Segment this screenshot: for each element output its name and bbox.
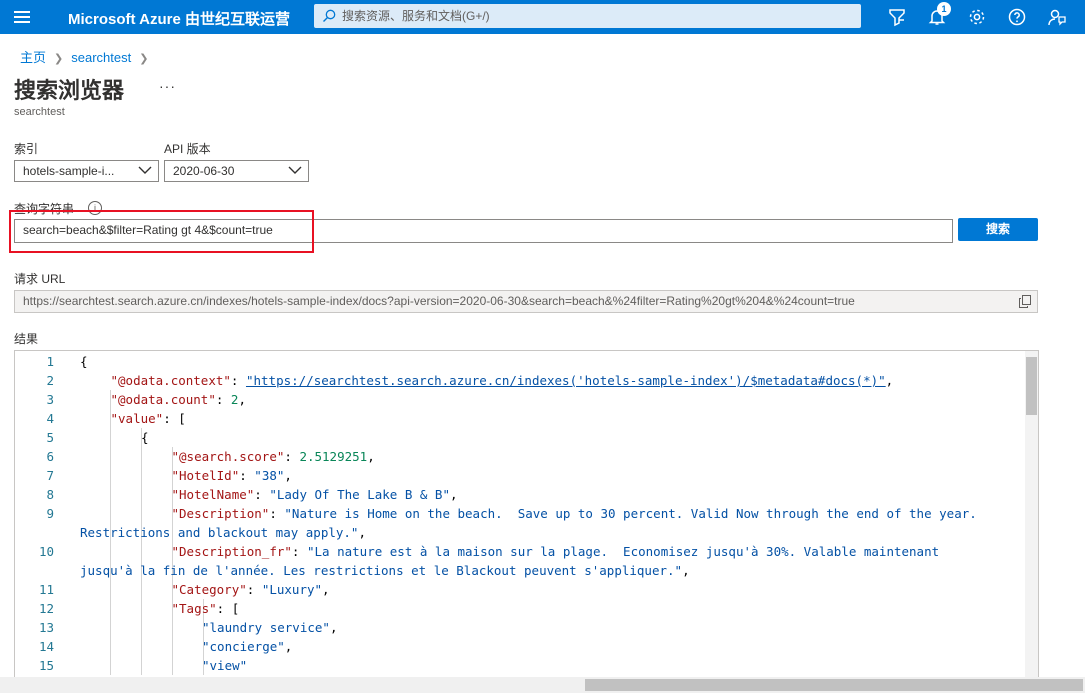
- code-text: jusqu'à la fin de l'année. Les restricti…: [80, 563, 690, 578]
- code-line: 7 "HotelId": "38",: [15, 466, 1023, 485]
- editor-scroll-thumb[interactable]: [1026, 357, 1037, 415]
- menu-icon[interactable]: [14, 9, 32, 25]
- help-icon[interactable]: [1007, 7, 1027, 27]
- search-icon: [323, 9, 336, 22]
- code-text: "HotelName": "Lady Of The Lake B & B",: [171, 487, 458, 502]
- code-text: "Category": "Luxury",: [171, 582, 330, 597]
- more-options-button[interactable]: ···: [159, 78, 176, 94]
- line-number: 12: [38, 601, 54, 616]
- request-url-field[interactable]: https://searchtest.search.azure.cn/index…: [14, 290, 1038, 313]
- code-line: 13 "laundry service",: [15, 618, 1023, 637]
- line-number: 15: [38, 658, 54, 673]
- line-number: 6: [46, 449, 54, 464]
- index-label: 索引: [14, 142, 39, 156]
- code-line: 8 "HotelName": "Lady Of The Lake B & B",: [15, 485, 1023, 504]
- line-number: 1: [46, 354, 54, 369]
- global-search-box[interactable]: [314, 4, 861, 28]
- chevron-down-icon: [288, 166, 302, 174]
- code-text: "Description": "Nature is Home on the be…: [171, 506, 977, 521]
- index-dropdown-value: hotels-sample-i...: [23, 164, 115, 178]
- line-number: 7: [46, 468, 54, 483]
- code-line: 11 "Category": "Luxury",: [15, 580, 1023, 599]
- results-label: 结果: [14, 332, 39, 346]
- line-number: 10: [38, 544, 54, 559]
- line-number: 13: [38, 620, 54, 635]
- copy-icon[interactable]: [1019, 295, 1031, 308]
- code-line: 9 "Description": "Nature is Home on the b…: [15, 504, 1023, 523]
- search-button[interactable]: 搜索: [958, 218, 1038, 241]
- code-text: "@search.score": 2.5129251,: [171, 449, 375, 464]
- request-url-value: https://searchtest.search.azure.cn/index…: [23, 294, 855, 308]
- line-number: 14: [38, 639, 54, 654]
- info-icon[interactable]: i: [88, 201, 102, 215]
- code-text: "view": [202, 658, 248, 673]
- code-line: 2 "@odata.context": "https://searchtest.s…: [15, 371, 1023, 390]
- page-scroll-thumb[interactable]: [585, 679, 1083, 691]
- code-text: "Description_fr": "La nature est à la ma…: [171, 544, 940, 559]
- code-text: "value": [: [110, 411, 186, 426]
- code-text: "concierge",: [202, 639, 293, 654]
- index-dropdown[interactable]: hotels-sample-i...: [14, 160, 159, 182]
- code-line: jusqu'à la fin de l'année. Les restricti…: [15, 561, 1023, 580]
- query-string-input[interactable]: [15, 220, 943, 240]
- code-text: "laundry service",: [202, 620, 338, 635]
- code-text: Restrictions and blackout may apply.",: [80, 525, 366, 540]
- code-line: 12 "Tags": [: [15, 599, 1023, 618]
- code-line: 6 "@search.score": 2.5129251,: [15, 447, 1023, 466]
- global-search-input[interactable]: [342, 6, 842, 26]
- code-line: 4 "value": [: [15, 409, 1023, 428]
- chevron-down-icon: [138, 166, 152, 174]
- breadcrumb-home[interactable]: 主页: [20, 50, 46, 65]
- code-text: {: [80, 354, 88, 369]
- code-text: "@odata.context": "https://searchtest.se…: [110, 373, 894, 388]
- code-text: "HotelId": "38",: [171, 468, 292, 483]
- code-line: 5{: [15, 428, 1023, 447]
- feedback-icon[interactable]: [1047, 7, 1067, 27]
- line-number: 4: [46, 411, 54, 426]
- gear-icon[interactable]: [967, 7, 987, 27]
- breadcrumb: 主页 ❯ searchtest ❯: [20, 47, 156, 66]
- code-text: "@odata.count": 2,: [110, 392, 246, 407]
- chevron-right-icon: ❯: [54, 53, 64, 65]
- editor-vertical-scrollbar[interactable]: [1025, 351, 1038, 681]
- code-line: Restrictions and blackout may apply.",: [15, 523, 1023, 542]
- code-line: 14 "concierge",: [15, 637, 1023, 656]
- code-line: 1{: [15, 352, 1023, 371]
- api-version-label: API 版本: [164, 142, 211, 156]
- portal-brand[interactable]: Microsoft Azure 由世纪互联运营: [68, 8, 290, 29]
- line-number: 9: [46, 506, 54, 521]
- request-url-label: 请求 URL: [14, 272, 66, 286]
- code-text: "Tags": [: [171, 601, 240, 616]
- chevron-right-icon: ❯: [139, 53, 149, 65]
- line-number: 5: [46, 430, 54, 445]
- line-number: 3: [46, 392, 54, 407]
- line-number: 11: [38, 582, 54, 597]
- code-line: 15 "view": [15, 656, 1023, 675]
- code-line: 10 "Description_fr": "La nature est à la …: [15, 542, 1023, 561]
- notification-badge: 1: [937, 2, 951, 16]
- page-horizontal-scrollbar[interactable]: [0, 677, 1085, 693]
- line-number: 8: [46, 487, 54, 502]
- results-editor[interactable]: 1{2 "@odata.context": "https://searchtest…: [14, 350, 1039, 682]
- query-string-field[interactable]: [14, 219, 953, 243]
- code-text: {: [141, 430, 149, 445]
- line-number: 2: [46, 373, 54, 388]
- code-line: 3 "@odata.count": 2,: [15, 390, 1023, 409]
- page-subtitle: searchtest: [14, 106, 65, 118]
- top-bar: Microsoft Azure 由世纪互联运营 1: [0, 0, 1085, 34]
- breadcrumb-searchtest[interactable]: searchtest: [71, 50, 131, 65]
- api-version-dropdown-value: 2020-06-30: [173, 164, 235, 178]
- page-title: 搜索浏览器: [14, 78, 125, 103]
- cloud-shell-filter-icon[interactable]: [887, 7, 907, 27]
- api-version-dropdown[interactable]: 2020-06-30: [164, 160, 309, 182]
- query-string-label: 查询字符串: [14, 202, 75, 216]
